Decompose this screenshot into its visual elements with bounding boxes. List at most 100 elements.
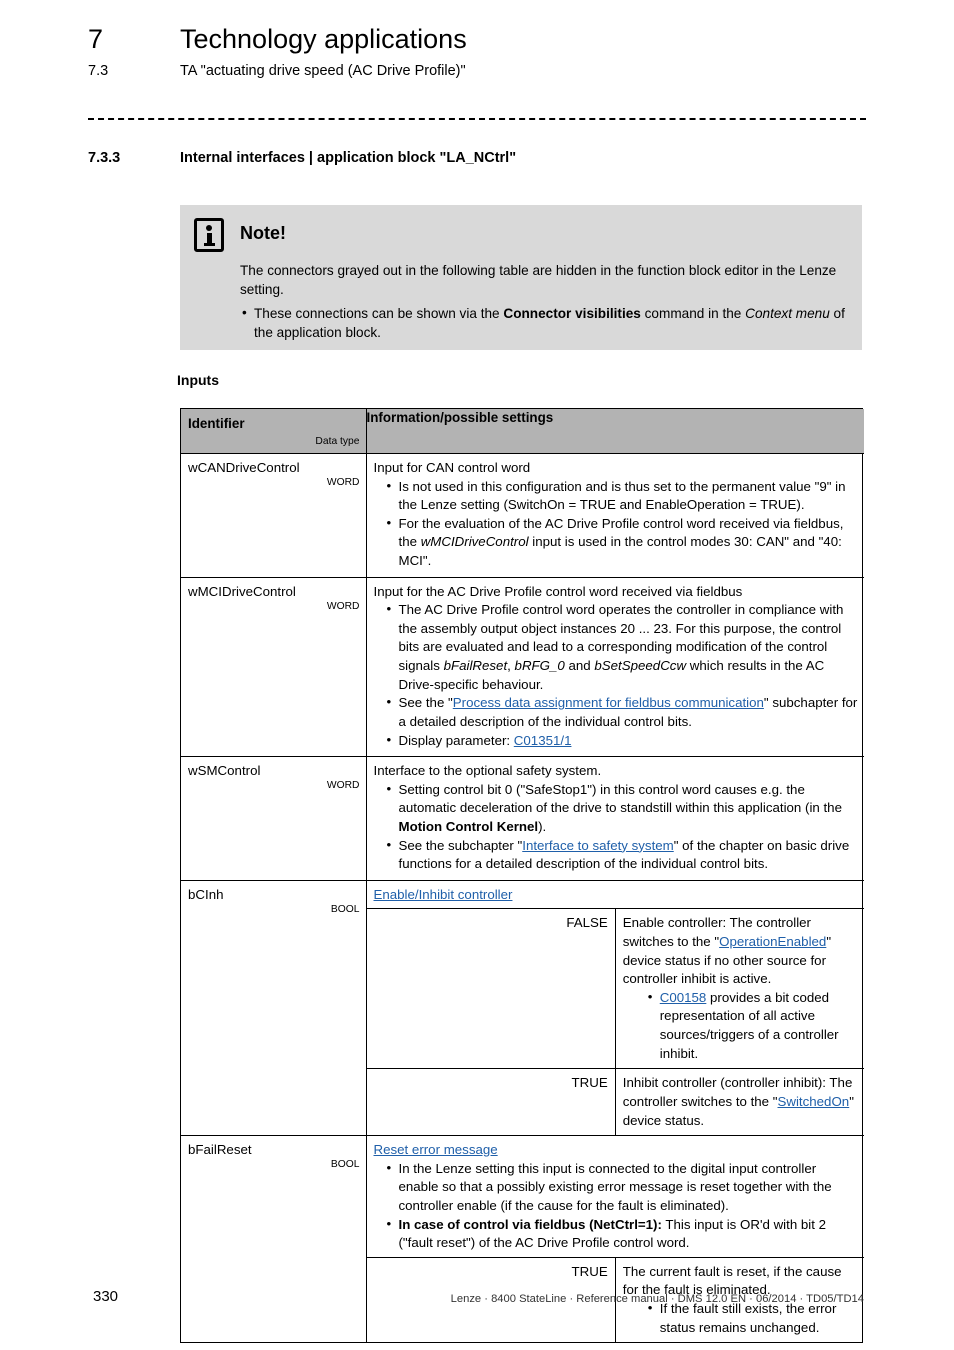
- table-row: bFailReset BOOL Reset error message In the …: [181, 1135, 864, 1343]
- note-title: Note!: [240, 223, 286, 243]
- section-heading: 7.3.3 Internal interfaces | application …: [88, 150, 516, 166]
- header-chapter-line: 7 Technology applications: [88, 24, 868, 55]
- row-bullet-item: Is not used in this configuration and is…: [386, 477, 859, 515]
- note-bullet-mid: command in the: [640, 305, 746, 321]
- row-bullet-text: ).: [538, 818, 547, 834]
- note-bullet-bold: Connector visibilities: [503, 305, 641, 321]
- row-values-table: Enable/Inhibit controller FALSE Enable con…: [366, 880, 865, 1136]
- row-identifier-cell: wSMControl WORD: [181, 756, 367, 881]
- row-bullet-item: The AC Drive Profile control word operat…: [386, 600, 859, 694]
- row-top-bullet-list: In the Lenze setting this input is conne…: [374, 1159, 859, 1253]
- row-top-bullet-bold: In case of control via fieldbus (NetCtrl…: [398, 1216, 662, 1232]
- row-bullet-item: See the "Process data assignment for fie…: [386, 693, 859, 731]
- table-header-information: Information/possible settings: [366, 409, 864, 454]
- row-bullet-link[interactable]: C01351/1: [514, 733, 572, 748]
- inputs-table-body: Identifier Data type Information/possibl…: [181, 409, 865, 1343]
- header-chapter-number: 7: [88, 24, 104, 54]
- note-callout: Note! The connectors grayed out in the f…: [180, 205, 862, 350]
- running-header: 7 Technology applications 7.3 TA "actuat…: [88, 24, 868, 79]
- row-description-cell: Input for the AC Drive Profile control w…: [366, 576, 864, 757]
- row-bullet-item: Display parameter: C01351/1: [386, 731, 859, 751]
- row-bullet-text: ,: [507, 658, 515, 674]
- row-bullet-link[interactable]: Interface to safety system: [522, 838, 674, 853]
- row-bullet-text: Is not used in this configuration and is…: [398, 478, 846, 513]
- row-subheading-link[interactable]: Enable/Inhibit controller: [374, 887, 513, 902]
- table-header-identifier-cell: Identifier Data type: [181, 409, 367, 454]
- row-bullet-text: and: [564, 658, 595, 674]
- row-bullet-item: Setting control bit 0 ("SafeStop1") in t…: [386, 780, 859, 837]
- table-row: wSMControl WORD Interface to the optional …: [181, 756, 864, 881]
- inputs-table: Identifier Data type Information/possibl…: [180, 408, 865, 1344]
- table-row: wCANDriveControl WORD Input for CAN contro…: [181, 453, 864, 578]
- row-bullet-text: Setting control bit 0 ("SafeStop1") in t…: [398, 781, 842, 816]
- note-bullet-item: These connections can be shown via the C…: [240, 303, 850, 343]
- row-identifier-cell: wMCIDriveControl WORD: [181, 576, 367, 757]
- footer-text: Lenze · 8400 StateLine · Reference manua…: [450, 1293, 864, 1305]
- row-identifier: wCANDriveControl: [188, 460, 300, 475]
- row-bullet-text: Display parameter:: [398, 732, 514, 748]
- value-bullet-link[interactable]: C00158: [660, 990, 707, 1005]
- row-bullet-bold: Motion Control Kernel: [398, 818, 539, 834]
- row-bullet-text: See the subchapter ": [398, 837, 523, 853]
- table-header-data-type: Data type: [315, 435, 360, 447]
- row-values-table: Reset error message In the Lenze setting …: [366, 1136, 864, 1343]
- row-data-type: BOOL: [330, 903, 360, 915]
- row-description-cell: Reset error message In the Lenze setting …: [366, 1135, 864, 1343]
- row-bullet-item: See the subchapter "Interface to safety …: [386, 836, 859, 874]
- row-identifier: bFailReset: [188, 1142, 252, 1158]
- info-icon-base: [203, 243, 215, 246]
- footer-page-number: 330: [93, 1288, 119, 1305]
- value-bullet-item: C00158 provides a bit coded representati…: [647, 988, 858, 1063]
- row-identifier-cell: wCANDriveControl WORD: [181, 453, 367, 578]
- row-bullet-italic: bRFG_0: [514, 658, 565, 674]
- row-identifier-cell: bFailReset BOOL: [181, 1135, 367, 1343]
- row-top-bullet-item: In the Lenze setting this input is conne…: [386, 1159, 859, 1216]
- value-desc-link[interactable]: SwitchedOn: [778, 1094, 850, 1109]
- table-row: wMCIDriveControl WORD Input for the AC Dri…: [181, 576, 864, 757]
- row-bullet-italic: bFailReset: [443, 658, 508, 674]
- row-bullet-link[interactable]: Process data assignment for fieldbus com…: [453, 695, 764, 710]
- row-top-bullet-text: In the Lenze setting this input is conne…: [398, 1160, 832, 1213]
- section-heading-number: 7.3.3: [88, 150, 121, 166]
- value-description-text: Enable controller: The controller switch…: [623, 914, 858, 988]
- row-bullet-italic: wMCIDriveControl: [420, 534, 529, 550]
- row-description-cell: Input for CAN control word Is not used in…: [366, 453, 864, 578]
- note-bullet-pre: These connections can be shown via the: [254, 305, 504, 321]
- info-icon: [194, 218, 224, 252]
- row-top-bullet-item: In case of control via fieldbus (NetCtrl…: [386, 1215, 859, 1253]
- row-identifier-cell: bCInh BOOL: [181, 879, 367, 1136]
- table-caption: Inputs: [177, 372, 219, 388]
- value-desc-link[interactable]: OperationEnabled: [719, 934, 826, 949]
- row-subheading-link[interactable]: Reset error message: [374, 1142, 498, 1157]
- table-row: bCInh BOOL Enable/Inhibit controller FALSE E…: [181, 879, 865, 1136]
- header-section-title: TA "actuating drive speed (AC Drive Prof…: [180, 63, 466, 79]
- note-bullet-italic: Context menu: [745, 305, 830, 321]
- header-section-line: 7.3 TA "actuating drive speed (AC Drive …: [88, 63, 868, 79]
- header-divider: [88, 118, 866, 120]
- value-bullet-item: If the fault still exists, the error sta…: [647, 1299, 858, 1337]
- header-chapter-title: Technology applications: [180, 24, 467, 54]
- value-row: FALSE Enable controller: The controller s…: [366, 908, 865, 1069]
- value-row: TRUE Inhibit controller (controller inhib…: [366, 1068, 864, 1136]
- row-identifier: bCInh: [188, 886, 224, 902]
- header-section-number: 7.3: [88, 63, 109, 79]
- row-bullet-list: Setting control bit 0 ("SafeStop1") in t…: [374, 780, 859, 874]
- note-paragraph: The connectors grayed out in the followi…: [240, 263, 837, 298]
- value-bullet-text: If the fault still exists, the error sta…: [659, 1300, 837, 1335]
- table-header-identifier: Identifier: [188, 416, 245, 431]
- row-values-heading-cell: Reset error message In the Lenze setting …: [366, 1136, 864, 1258]
- info-icon-dot: [206, 225, 212, 231]
- document-page: 7 Technology applications 7.3 TA "actuat…: [0, 0, 954, 1350]
- row-values-heading-row: Reset error message In the Lenze setting …: [366, 1136, 864, 1258]
- section-heading-title: Internal interfaces | application block …: [180, 150, 517, 166]
- row-bullet-text: See the ": [398, 695, 453, 711]
- table-header-row: Identifier Data type Information/possibl…: [181, 409, 864, 454]
- row-bullet-item: For the evaluation of the AC Drive Profi…: [386, 514, 859, 571]
- row-bullet-list: Is not used in this configuration and is…: [374, 477, 859, 571]
- value-label: TRUE: [366, 1068, 616, 1136]
- note-bullet-list: These connections can be shown via the C…: [240, 303, 850, 343]
- value-description: Enable controller: The controller switch…: [615, 909, 864, 1069]
- row-data-type: WORD: [326, 477, 360, 488]
- row-lead-text: Input for the AC Drive Profile control w…: [373, 583, 743, 599]
- row-data-type: WORD: [326, 600, 360, 612]
